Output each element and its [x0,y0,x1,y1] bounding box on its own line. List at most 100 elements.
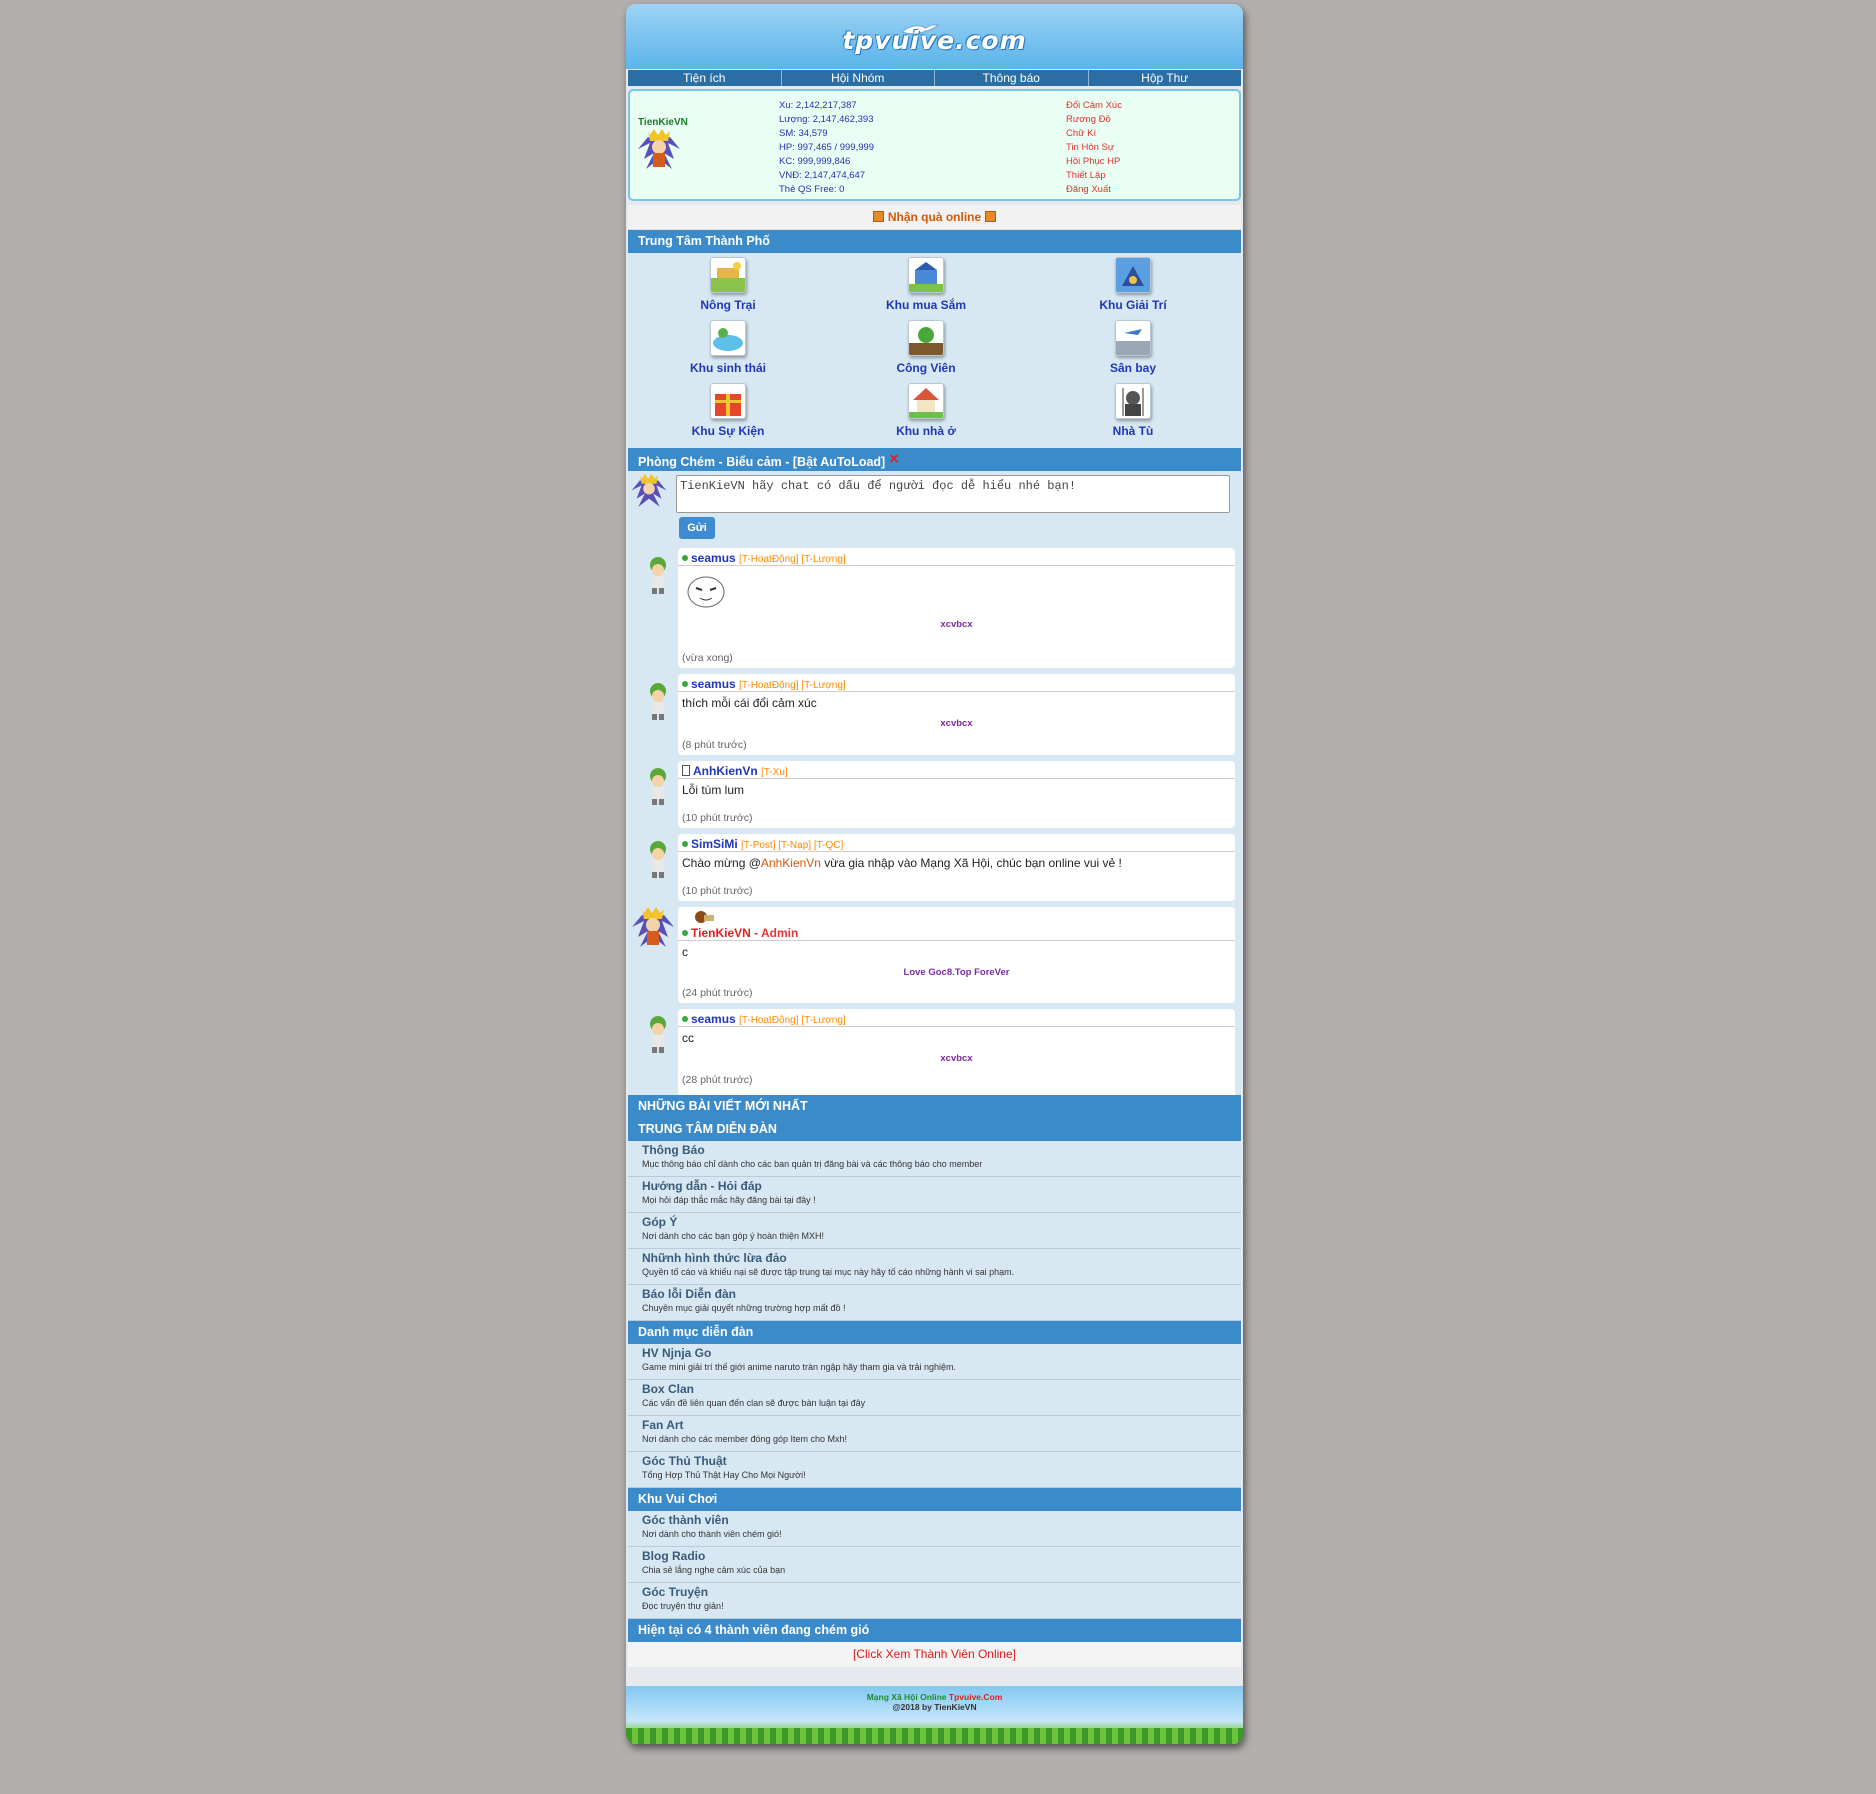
nav-tab-utilities[interactable]: Tiện ích [628,70,782,86]
forum-item[interactable]: Nhữnh hình thức lừa đảo Quyền tố cáo và k… [628,1249,1241,1285]
site-header: tpvuive.com [626,4,1243,69]
stat-sm: SM: 34,579 [779,128,828,139]
message-time: (10 phút trước) [682,885,753,897]
online-gift-link[interactable]: Nhận quà online [888,210,981,224]
stat-hp: HP: 997,465 / 999,999 [779,142,875,153]
message-username[interactable]: AnhKienVn [693,764,758,778]
message-username[interactable]: seamus [691,677,736,691]
message-username[interactable]: seamus [691,1012,736,1026]
city-item-shopping[interactable]: Khu mua Sắm [826,257,1026,312]
forum-item[interactable]: Góc Thủ Thuật Tổng Hợp Thủ Thật Hay Cho M… [628,1452,1241,1488]
admin-badge: - Admin [750,926,799,940]
signature-link[interactable]: Chữ Kí [1066,127,1122,141]
latest-posts-title[interactable]: NHỮNG BÀI VIẾT MỚI NHẤT [628,1095,1241,1118]
profile-actions: Đổi Cảm Xúc Rương Đồ Chữ Kí Tin Hôn Sự H… [1066,99,1122,197]
city-item-events[interactable]: Khu Sự Kiện [628,383,828,438]
avatar[interactable] [644,682,672,722]
message-username[interactable]: seamus [691,551,736,565]
site-logo[interactable]: tpvuive.com [626,26,1243,55]
chat-message: seamus [T-HoạtĐộng] [T-Lượng] cc xcvbcx … [628,1009,1241,1095]
airport-icon [1115,320,1151,356]
chat-message: AnhKienVn [T-Xu] Lỗi tùm lum (10 phút tr… [628,761,1241,834]
forum-item[interactable]: Báo lỗi Diễn đàn Chuyên mục giải quyết nh… [628,1285,1241,1321]
nav-tab-groups[interactable]: Hội Nhóm [781,70,935,86]
message-username[interactable]: SimSiMi [691,837,738,851]
forum-center-title: TRUNG TÂM DIỄN ĐÀN [628,1118,1241,1141]
ecology-icon [710,320,746,356]
avatar[interactable] [630,907,676,951]
change-emotion-link[interactable]: Đổi Cảm Xúc [1066,99,1122,113]
message-bubble: seamus [T-HoạtĐộng] [T-Lượng] thích mỗi … [678,674,1235,755]
user-tags: [T-Post] [T-Nạp] [T-QC] [741,840,844,851]
send-button[interactable]: Gửi [679,517,715,539]
user-tags: [T-HoạtĐộng] [T-Lượng] [739,1015,846,1026]
restore-hp-link[interactable]: Hồi Phục HP [1066,155,1122,169]
chat-input[interactable]: TienKieVN hãy chat có dấu để người đọc d… [676,475,1230,513]
city-center-grid: Nông Trại Khu mua Sắm Khu Giải Trí Khu s… [628,253,1241,448]
avatar [631,473,667,507]
message-bubble: AnhKienVn [T-Xu] Lỗi tùm lum (10 phút tr… [678,761,1235,828]
city-item-ecology[interactable]: Khu sinh thái [628,320,828,375]
entertainment-icon [1115,257,1151,293]
forum-item[interactable]: Blog Radio Chia sẻ lắng nghe cảm xúc của … [628,1547,1241,1583]
city-item-housing[interactable]: Khu nhà ở [826,383,1026,438]
online-dot-icon [682,681,688,687]
city-item-entertainment[interactable]: Khu Giải Trí [1033,257,1233,312]
avatar[interactable] [644,767,672,807]
avatar[interactable] [644,1015,672,1055]
nav-tab-notifications[interactable]: Thông báo [935,70,1089,86]
forum-item[interactable]: Góc Truyện Đọc truyện thư giản! [628,1583,1241,1619]
marriage-news-link[interactable]: Tin Hôn Sự [1066,141,1122,155]
online-dot-icon [682,1016,688,1022]
forum-item[interactable]: Góc thành viên Nơi dành cho thành viên ch… [628,1511,1241,1547]
stat-vnd: VNĐ: 2,147,474,647 [779,170,866,181]
footer-site-link[interactable]: Tpvuive.Com [949,1692,1002,1702]
phone-icon [682,765,690,776]
forum-item[interactable]: Hướng dẫn - Hỏi đáp Mọi hỏi đáp thắc mắc … [628,1177,1241,1213]
chat-messages: seamus [T-HoạtĐộng] [T-Lượng] xcvbcx (vừ… [628,546,1241,1095]
gift-box-icon [710,383,746,419]
avatar[interactable] [636,129,682,173]
forum-item[interactable]: Góp Ý Nơi dành cho các bạn góp ý hoàn thi… [628,1213,1241,1249]
item-chest-link[interactable]: Rương Đồ [1066,113,1122,127]
message-text: Lỗi tùm lum [682,783,745,797]
avatar[interactable] [644,840,672,880]
avatar[interactable] [644,556,672,596]
city-item-jail[interactable]: Nhà Tù [1033,383,1233,438]
stat-luong: Lượng: 2,147,462,393 [779,114,874,125]
mention-link[interactable]: AnhKienVn [761,856,821,870]
message-time: (vừa xong) [682,652,733,664]
forum-item[interactable]: HV Njnja Go Game mini giải trí thế giới a… [628,1344,1241,1380]
forum-item[interactable]: Fan Art Nơi dành cho các member đóng góp … [628,1416,1241,1452]
fun-zone-title: Khu Vui Chơi [628,1488,1241,1511]
profile-panel: TienKieVN Xu: 2,142,217,387 Lượng: 2,147… [628,89,1241,201]
profile-username[interactable]: TienKieVN [638,117,688,128]
grass-decoration [626,1728,1243,1744]
user-tags: [T-HoạtĐộng] [T-Lượng] [739,680,846,691]
close-icon[interactable]: ✕ [889,452,899,466]
nav-tab-inbox[interactable]: Hộp Thư [1088,70,1241,86]
message-time: (24 phút trước) [682,987,753,999]
message-text: Chào mừng @AnhKienVn vừa gia nhập vào Mạ… [682,856,1122,870]
main-nav: Tiện ích Hội Nhóm Thông báo Hộp Thư [628,70,1241,86]
city-item-park[interactable]: Công Viên [826,320,1026,375]
forum-categories-title: Danh mục diễn đàn [628,1321,1241,1344]
city-item-farm[interactable]: Nông Trại [628,257,828,312]
message-username[interactable]: TienKieVN [691,926,751,940]
logout-link[interactable]: Đăng Xuất [1066,183,1122,197]
city-item-airport[interactable]: Sân bay [1033,320,1233,375]
city-center-title: Trung Tâm Thành Phố [628,230,1241,253]
forum-item[interactable]: Thông Báo Mục thông báo chỉ dành cho các … [628,1141,1241,1177]
forum-item[interactable]: Box Clan Các vấn đề liên quan đến clan sẽ… [628,1380,1241,1416]
view-online-members-link[interactable]: [Click Xem Thành Viên Online] [628,1642,1241,1667]
user-signature: xcvbcx [940,718,973,729]
message-bubble: seamus [T-HoạtĐộng] [T-Lượng] cc xcvbcx … [678,1009,1235,1095]
message-time: (28 phút trước) [682,1074,753,1086]
user-tags: [T-Xu] [761,767,788,778]
chat-form: TienKieVN hãy chat có dấu để người đọc d… [628,471,1241,546]
settings-link[interactable]: Thiết Lập [1066,169,1122,183]
user-signature: Love Goc8.Top ForeVer [903,967,1010,978]
gift-icon [873,211,885,222]
profile-stats: Xu: 2,142,217,387 Lượng: 2,147,462,393 S… [779,99,874,197]
message-bubble: seamus [T-HoạtĐộng] [T-Lượng] xcvbcx (vừ… [678,548,1235,668]
